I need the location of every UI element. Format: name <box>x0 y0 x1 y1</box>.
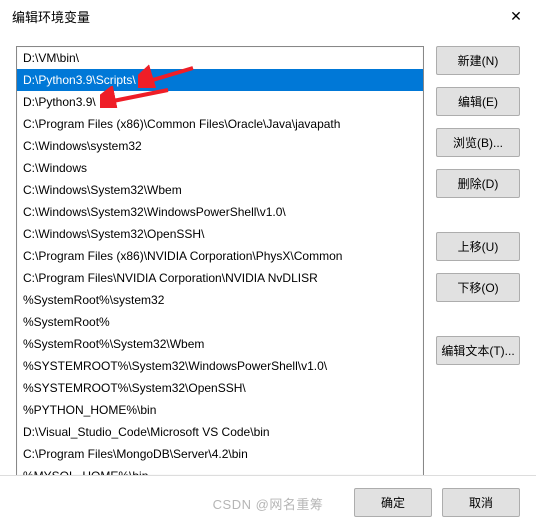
list-item[interactable]: %SystemRoot%\System32\Wbem <box>17 333 423 355</box>
list-item[interactable]: C:\Windows\System32\Wbem <box>17 179 423 201</box>
window-title: 编辑环境变量 <box>12 7 90 26</box>
list-item[interactable]: %SYSTEMROOT%\System32\WindowsPowerShell\… <box>17 355 423 377</box>
list-item[interactable]: D:\Visual_Studio_Code\Microsoft VS Code\… <box>17 421 423 443</box>
list-item[interactable]: %SYSTEMROOT%\System32\OpenSSH\ <box>17 377 423 399</box>
list-item[interactable]: C:\Windows\System32\WindowsPowerShell\v1… <box>17 201 423 223</box>
dialog-footer: 确定 取消 <box>0 475 536 529</box>
move-down-button[interactable]: 下移(O) <box>436 273 520 302</box>
list-item[interactable]: C:\Program Files (x86)\NVIDIA Corporatio… <box>17 245 423 267</box>
list-item[interactable]: C:\Program Files\MongoDB\Server\4.2\bin <box>17 443 423 465</box>
list-item[interactable]: D:\VM\bin\ <box>17 47 423 69</box>
titlebar: 编辑环境变量 ✕ <box>0 0 536 30</box>
list-item[interactable]: D:\Python3.9\ <box>17 91 423 113</box>
browse-button[interactable]: 浏览(B)... <box>436 128 520 157</box>
list-item[interactable]: C:\Windows\system32 <box>17 135 423 157</box>
list-item[interactable]: C:\Windows\System32\OpenSSH\ <box>17 223 423 245</box>
list-item[interactable]: D:\Python3.9\Scripts\ <box>17 69 423 91</box>
side-button-panel: 新建(N) 编辑(E) 浏览(B)... 删除(D) 上移(U) 下移(O) 编… <box>436 46 520 476</box>
ok-button[interactable]: 确定 <box>354 488 432 517</box>
list-item[interactable]: %SystemRoot%\system32 <box>17 289 423 311</box>
list-item[interactable]: C:\Program Files (x86)\Common Files\Orac… <box>17 113 423 135</box>
dialog-content: D:\VM\bin\D:\Python3.9\Scripts\D:\Python… <box>0 30 536 476</box>
move-up-button[interactable]: 上移(U) <box>436 232 520 261</box>
list-item[interactable]: C:\Windows <box>17 157 423 179</box>
list-item[interactable]: %PYTHON_HOME%\bin <box>17 399 423 421</box>
edit-text-button[interactable]: 编辑文本(T)... <box>436 336 520 365</box>
list-item[interactable]: %SystemRoot% <box>17 311 423 333</box>
edit-button[interactable]: 编辑(E) <box>436 87 520 116</box>
path-listbox[interactable]: D:\VM\bin\D:\Python3.9\Scripts\D:\Python… <box>16 46 424 476</box>
new-button[interactable]: 新建(N) <box>436 46 520 75</box>
list-item[interactable]: C:\Program Files\NVIDIA Corporation\NVID… <box>17 267 423 289</box>
delete-button[interactable]: 删除(D) <box>436 169 520 198</box>
close-icon[interactable]: ✕ <box>506 8 526 25</box>
cancel-button[interactable]: 取消 <box>442 488 520 517</box>
